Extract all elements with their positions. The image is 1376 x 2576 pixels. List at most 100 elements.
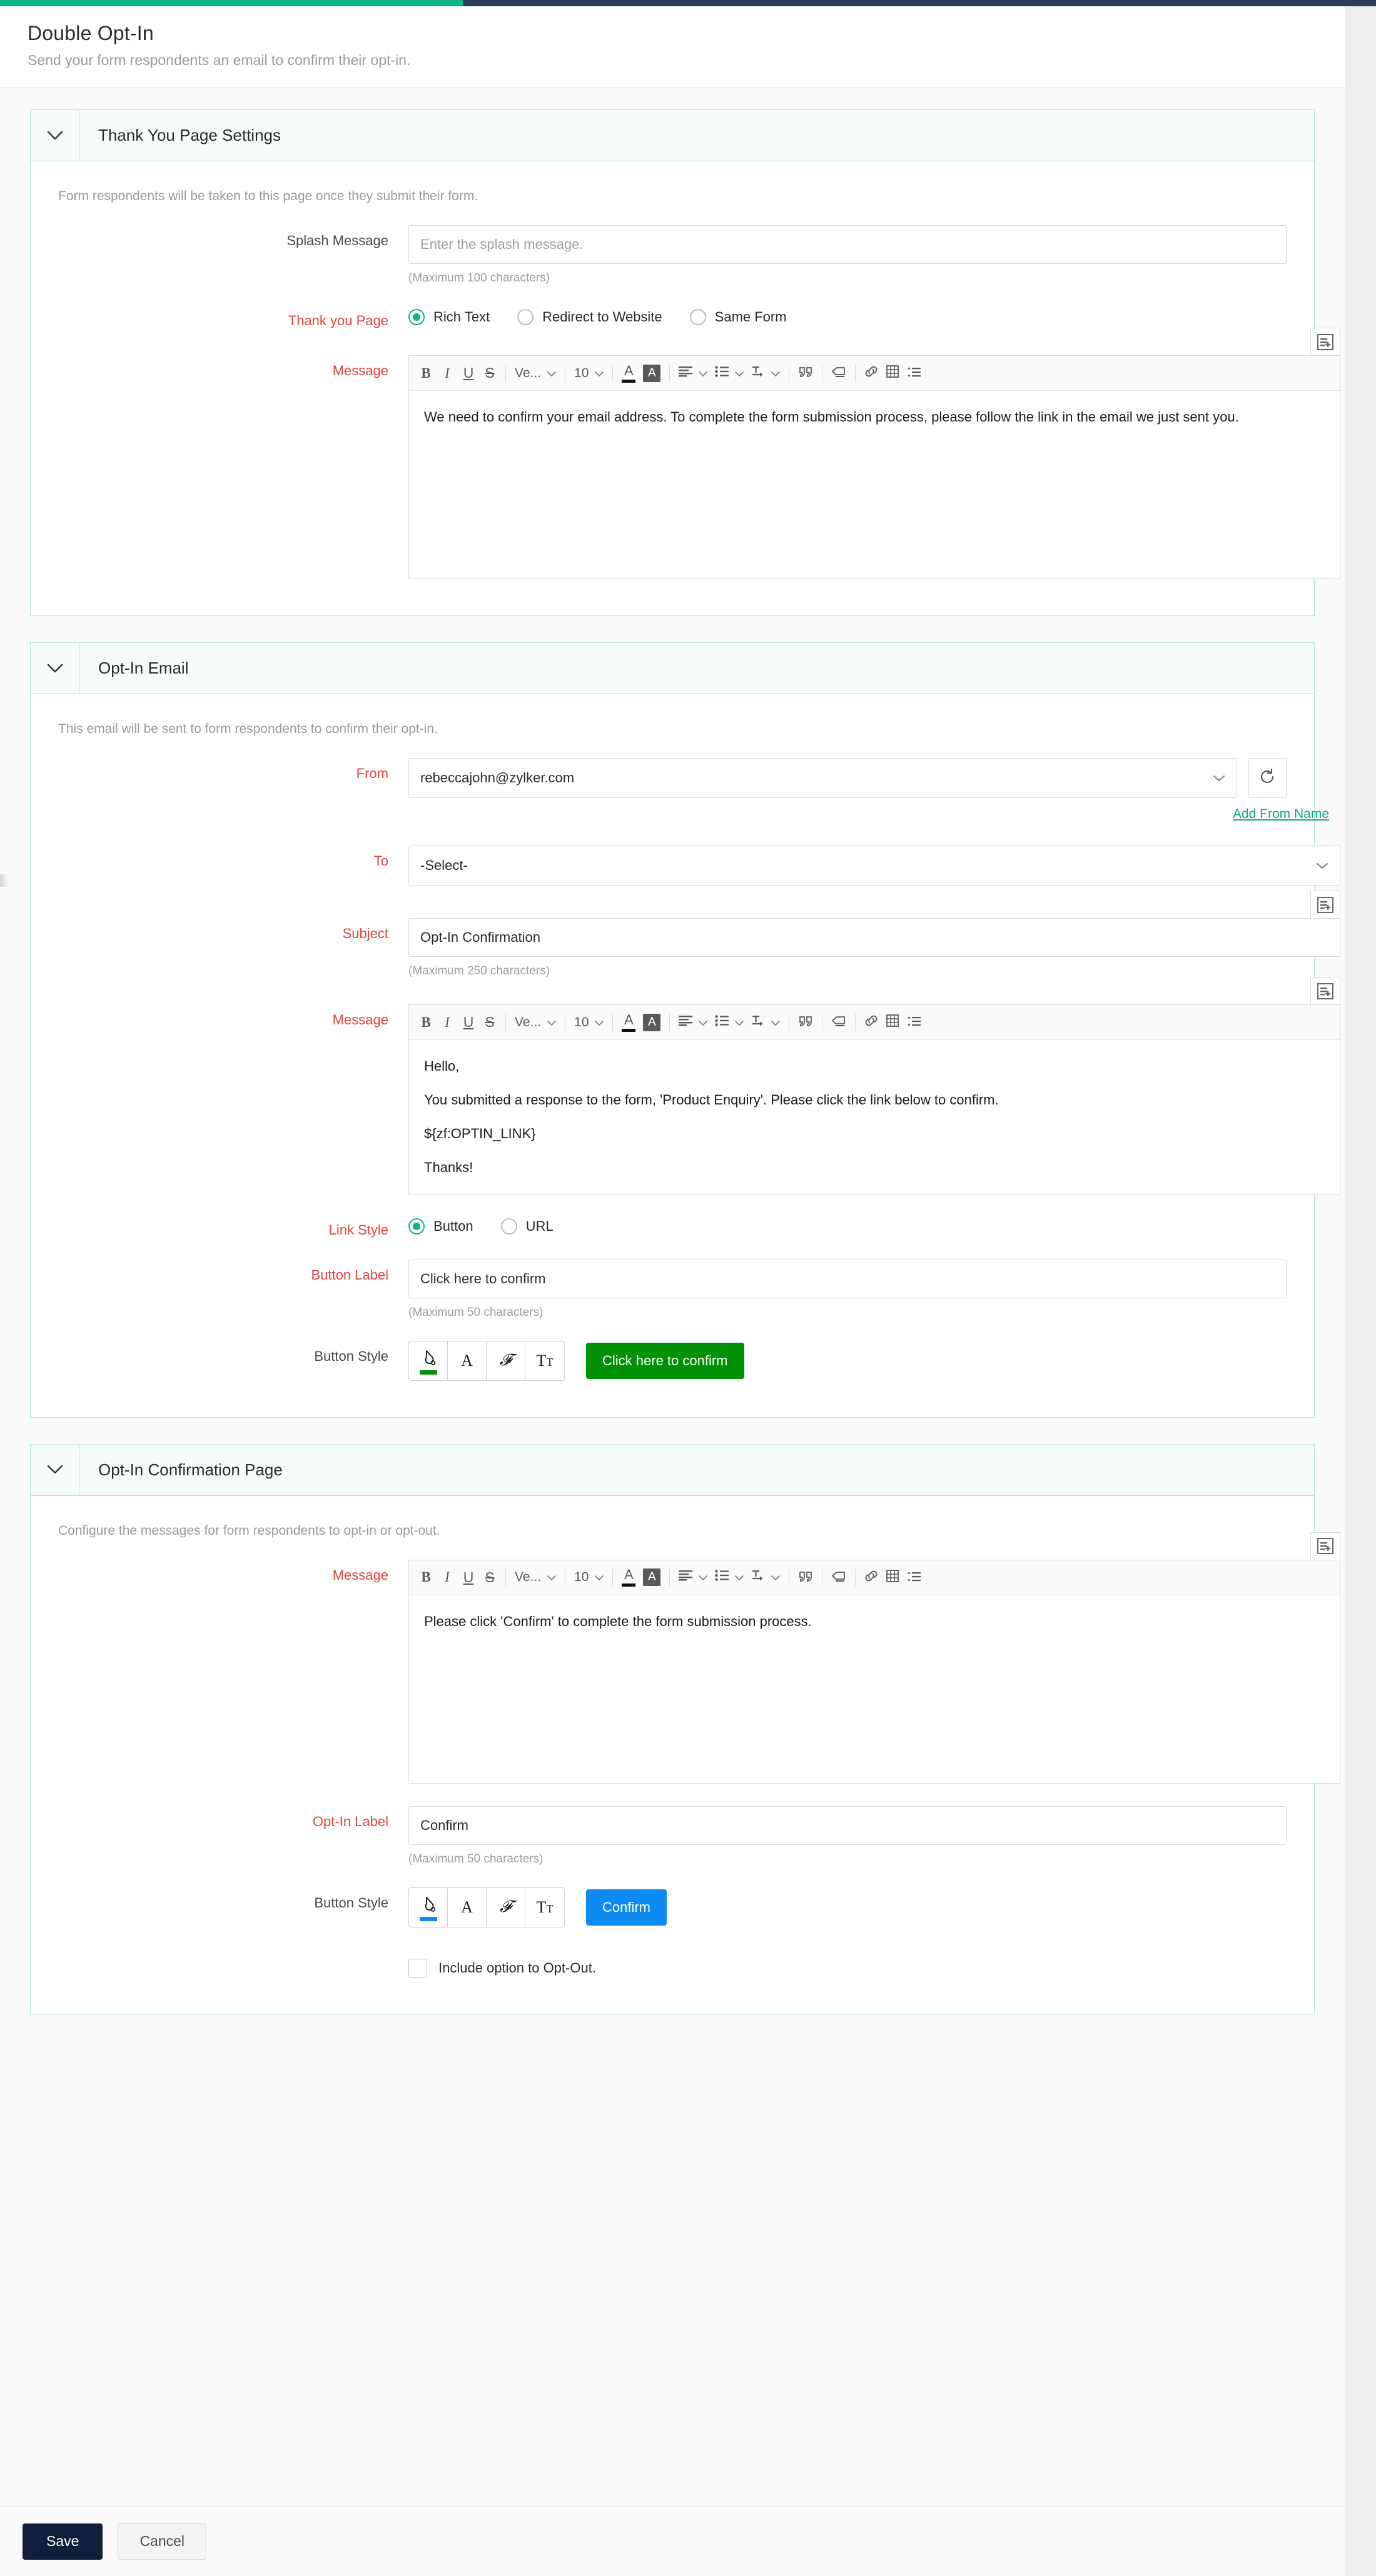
- blockquote-icon: [798, 1014, 813, 1031]
- radio-thank-you-page-redirect-to-website[interactable]: Redirect to Website: [517, 309, 662, 325]
- highlight-color-button[interactable]: A: [639, 360, 664, 387]
- link-button[interactable]: [861, 1563, 882, 1591]
- text-color-swatch: [622, 380, 635, 383]
- indent-button[interactable]: [747, 1563, 784, 1591]
- bold-button[interactable]: B: [415, 360, 437, 387]
- bullet-list-button[interactable]: [711, 360, 747, 387]
- text-color-button[interactable]: A: [618, 1009, 639, 1036]
- line-spacing-button[interactable]: [903, 360, 924, 387]
- radio-link-style-url[interactable]: URL: [501, 1218, 554, 1235]
- bold-button[interactable]: B: [415, 1563, 437, 1591]
- align-button[interactable]: [675, 360, 711, 387]
- font-family-dropdown[interactable]: Ve...: [511, 1563, 560, 1591]
- insert-merge-field-icon[interactable]: [1310, 891, 1340, 918]
- opt-in-label-input[interactable]: [408, 1806, 1287, 1845]
- align-icon: [679, 366, 692, 381]
- blockquote-button[interactable]: [794, 360, 817, 387]
- button-font-size-picker[interactable]: TT: [525, 1341, 564, 1380]
- indent-button[interactable]: [747, 1009, 784, 1036]
- chevron-down-icon: [735, 366, 744, 381]
- strikethrough-button[interactable]: S: [479, 1563, 500, 1591]
- subject-input[interactable]: [408, 918, 1340, 957]
- button-text-color-picker[interactable]: A: [448, 1888, 487, 1927]
- italic-button[interactable]: I: [437, 1563, 458, 1591]
- clear-format-button[interactable]: [827, 1009, 850, 1036]
- editor-content-confirmation-message[interactable]: Please click 'Confirm' to complete the f…: [409, 1595, 1340, 1783]
- button-text-color-picker[interactable]: A: [448, 1341, 487, 1380]
- radio-thank-you-page-rich-text[interactable]: Rich Text: [408, 309, 490, 325]
- button-style-group-email: A 𝓕 TT: [408, 1341, 565, 1381]
- table-button[interactable]: [882, 1009, 903, 1036]
- save-button[interactable]: Save: [23, 2523, 103, 2560]
- button-label-input[interactable]: [408, 1260, 1287, 1298]
- splash-message-input[interactable]: [408, 225, 1287, 264]
- add-from-name-link[interactable]: Add From Name: [408, 807, 1329, 822]
- strikethrough-button[interactable]: S: [479, 1009, 500, 1036]
- button-font-picker[interactable]: 𝓕: [487, 1341, 525, 1380]
- underline-button[interactable]: U: [458, 1563, 479, 1591]
- font-size-dropdown[interactable]: 10: [570, 1009, 607, 1036]
- font-family-dropdown[interactable]: Ve...: [511, 360, 560, 387]
- radio-thank-you-page-same-form[interactable]: Same Form: [690, 309, 787, 325]
- opt-out-checkbox[interactable]: [408, 1959, 427, 1977]
- italic-button[interactable]: I: [437, 360, 458, 387]
- font-size-dropdown[interactable]: 10: [570, 360, 607, 387]
- text-color-button[interactable]: A: [618, 1563, 639, 1591]
- from-select[interactable]: rebeccajohn@zylker.com: [408, 758, 1237, 798]
- email-button-preview[interactable]: Click here to confirm: [586, 1343, 744, 1379]
- table-button[interactable]: [882, 360, 903, 387]
- clear-format-button[interactable]: [827, 1563, 850, 1591]
- refresh-from-button[interactable]: [1248, 758, 1287, 798]
- strikethrough-button[interactable]: S: [479, 360, 500, 387]
- button-fill-color-picker[interactable]: [409, 1341, 448, 1380]
- collapse-toggle-opt-in-confirmation-page[interactable]: [31, 1445, 79, 1495]
- blockquote-button[interactable]: [794, 1009, 817, 1036]
- button-fill-color-picker[interactable]: [409, 1888, 448, 1927]
- collapse-toggle-thank-you-page-settings[interactable]: [31, 110, 79, 161]
- italic-button[interactable]: I: [437, 1009, 458, 1036]
- editor-content-thank-you-message[interactable]: We need to confirm your email address. T…: [409, 391, 1340, 578]
- underline-button[interactable]: U: [458, 360, 479, 387]
- link-button[interactable]: [861, 1009, 882, 1036]
- card-header-opt-in-confirmation-page[interactable]: Opt-In Confirmation Page: [31, 1445, 1314, 1496]
- editor-content-opt-in-email-message[interactable]: Hello, You submitted a response to the f…: [409, 1040, 1340, 1194]
- link-button[interactable]: [861, 360, 882, 387]
- blockquote-button[interactable]: [794, 1563, 817, 1591]
- field-row-thank-you-page: Thank you Page Rich Text Redirect to Web…: [58, 305, 1287, 329]
- text-color-button[interactable]: A: [618, 360, 639, 387]
- to-select[interactable]: -Select-: [408, 846, 1340, 886]
- line-spacing-button[interactable]: [903, 1009, 924, 1036]
- insert-merge-field-icon[interactable]: [1310, 977, 1340, 1004]
- font-family-dropdown[interactable]: Ve...: [511, 1009, 560, 1036]
- card-header-opt-in-email[interactable]: Opt-In Email: [31, 643, 1314, 694]
- field-row-opt-in-email-message: Message: [58, 1004, 1287, 1195]
- align-button[interactable]: [675, 1009, 711, 1036]
- line-spacing-button[interactable]: [903, 1563, 924, 1591]
- align-icon: [679, 1570, 692, 1585]
- card-opt-in-email: Opt-In Email This email will be sent to …: [30, 642, 1315, 1418]
- highlight-color-button[interactable]: A: [639, 1009, 664, 1036]
- opt-out-checkbox-row[interactable]: Include option to Opt-Out.: [408, 1954, 1287, 1977]
- collapse-toggle-opt-in-email[interactable]: [31, 643, 79, 694]
- card-opt-in-confirmation-page: Opt-In Confirmation Page Configure the m…: [30, 1444, 1315, 2014]
- bullet-list-button[interactable]: [711, 1009, 747, 1036]
- card-thank-you-page-settings: Thank You Page Settings Form respondents…: [30, 109, 1315, 616]
- table-button[interactable]: [882, 1563, 903, 1591]
- font-size-dropdown[interactable]: 10: [570, 1563, 607, 1591]
- button-font-size-picker[interactable]: TT: [525, 1888, 564, 1927]
- insert-merge-field-icon[interactable]: [1310, 1532, 1340, 1560]
- bullet-list-button[interactable]: [711, 1563, 747, 1591]
- confirm-button-preview[interactable]: Confirm: [586, 1889, 667, 1926]
- radio-link-style-button[interactable]: Button: [408, 1218, 473, 1235]
- clear-format-button[interactable]: [827, 360, 850, 387]
- button-font-picker[interactable]: 𝓕: [487, 1888, 525, 1927]
- insert-merge-field-icon[interactable]: [1310, 328, 1340, 355]
- highlight-icon: A: [643, 1568, 660, 1586]
- align-button[interactable]: [675, 1563, 711, 1591]
- underline-button[interactable]: U: [458, 1009, 479, 1036]
- bold-button[interactable]: B: [415, 1009, 437, 1036]
- cancel-button[interactable]: Cancel: [118, 2523, 206, 2560]
- card-header-thank-you-page-settings[interactable]: Thank You Page Settings: [31, 110, 1314, 161]
- indent-button[interactable]: [747, 360, 784, 387]
- highlight-color-button[interactable]: A: [639, 1563, 664, 1591]
